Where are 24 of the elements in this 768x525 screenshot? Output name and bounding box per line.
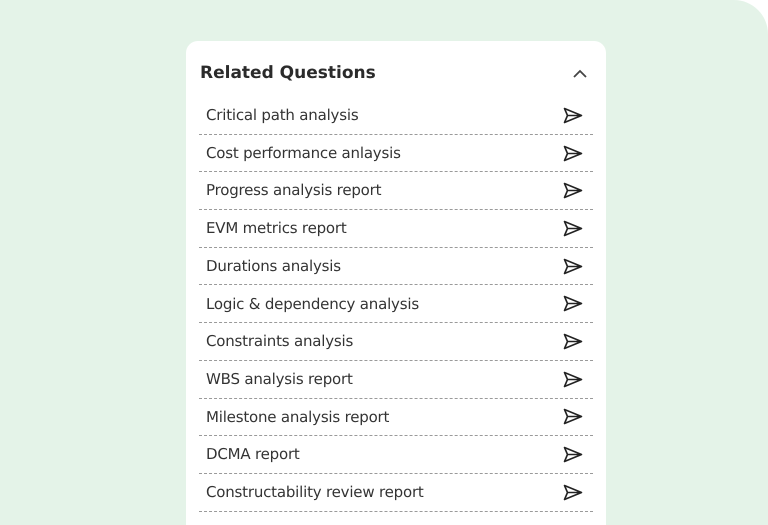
question-item[interactable]: Constructability review report xyxy=(199,474,593,512)
question-item[interactable]: WBS analysis report xyxy=(199,360,593,398)
chevron-up-icon xyxy=(573,69,587,78)
question-item[interactable]: Logic & dependency analysis xyxy=(199,285,593,324)
question-item[interactable]: Milestone analysis report xyxy=(199,398,593,436)
send-icon xyxy=(563,332,583,350)
question-item[interactable]: DCMA report xyxy=(199,436,593,474)
question-item[interactable]: Critical path analysis xyxy=(199,97,593,135)
send-icon xyxy=(563,182,583,200)
question-item[interactable]: Cost performance anlaysis xyxy=(199,134,593,172)
send-icon xyxy=(563,370,583,388)
question-item[interactable]: EVM metrics report xyxy=(199,210,593,248)
send-icon xyxy=(563,295,583,312)
panel-title: Related Questions xyxy=(200,62,376,84)
question-item[interactable]: Constraints analysis xyxy=(199,323,593,361)
send-icon xyxy=(563,446,583,464)
send-icon xyxy=(563,408,583,426)
send-icon xyxy=(563,258,583,275)
send-icon xyxy=(563,220,583,237)
send-icon xyxy=(563,484,583,501)
question-item[interactable]: Progress analysis report xyxy=(199,172,593,210)
send-icon xyxy=(563,106,583,124)
question-item[interactable]: Durations analysis xyxy=(199,248,593,286)
send-icon xyxy=(563,144,583,162)
